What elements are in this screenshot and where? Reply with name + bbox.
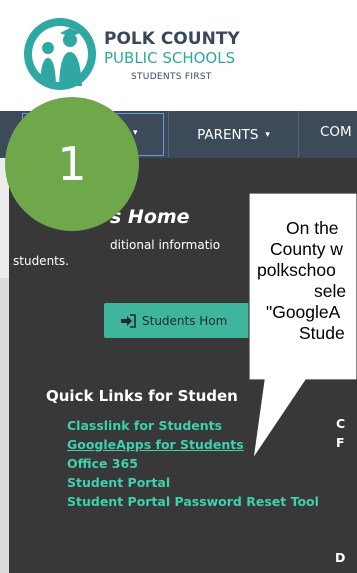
callout-line: polkschoo [257, 260, 336, 280]
page-description: ditional informatio [110, 238, 221, 252]
quick-links-list: Classlink for Students GoogleApps for St… [67, 416, 319, 511]
callout-text: On the County w polkschoo sele "GoogleA … [250, 218, 357, 344]
callout-line: Stude [299, 323, 345, 343]
right-column-text: F [336, 435, 345, 450]
polk-county-logo[interactable] [24, 14, 96, 94]
students-home-button[interactable]: Students Hom [104, 303, 256, 338]
quick-link-classlink[interactable]: Classlink for Students [67, 416, 319, 435]
students-home-button-label: Students Hom [142, 313, 228, 328]
callout-line: sele [314, 281, 347, 301]
brand-name-line2: PUBLIC SCHOOLS [104, 49, 236, 67]
nav-item-community[interactable]: COM [320, 124, 352, 140]
chevron-down-icon: ▾ [265, 129, 270, 140]
quick-link-googleapps[interactable]: GoogleApps for Students [67, 435, 319, 454]
step-number-badge: 1 [5, 97, 139, 231]
right-column-text: D [335, 550, 346, 565]
quick-links-heading: Quick Links for Studen [46, 387, 238, 405]
callout-line: On the [286, 218, 339, 238]
page-side-strip [0, 158, 9, 573]
page-title: s Home [110, 206, 190, 228]
sign-in-icon [121, 313, 136, 328]
quick-link-password-reset[interactable]: Student Portal Password Reset Tool [67, 492, 319, 511]
nav-item-parents-label: PARENTS [197, 126, 259, 143]
quick-link-office365[interactable]: Office 365 [67, 454, 319, 473]
page-description-cont: students. [13, 254, 69, 268]
brand-tagline: STUDENTS FIRST [131, 72, 212, 82]
right-column-text: C [336, 416, 346, 431]
nav-item-parents[interactable]: PARENTS ▾ [168, 111, 299, 158]
chevron-down-icon: ▾ [133, 128, 138, 138]
site-header: POLK COUNTY PUBLIC SCHOOLS STUDENTS FIRS… [0, 0, 357, 111]
callout-line: County w [270, 239, 343, 259]
callout-line: "GoogleA [266, 302, 341, 322]
quick-link-student-portal[interactable]: Student Portal [67, 473, 319, 492]
brand-name-line1: POLK COUNTY [104, 29, 240, 49]
